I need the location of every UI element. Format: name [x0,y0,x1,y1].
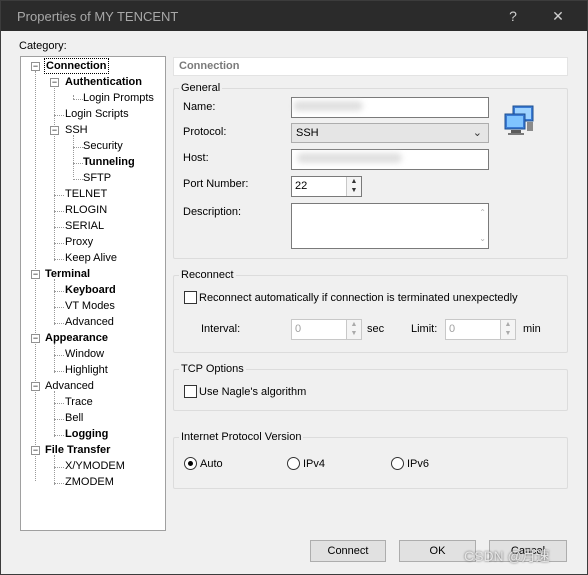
description-label: Description: [183,206,242,218]
protocol-value: SSH [296,127,319,139]
host-redaction [297,153,402,163]
tree-item-serial[interactable]: SERIAL [65,219,104,233]
collapse-connection-icon[interactable]: − [31,62,40,71]
port-label: Port Number: [183,178,249,190]
tree-item-file-transfer[interactable]: File Transfer [45,443,110,457]
ipv4-label[interactable]: IPv4 [303,458,325,470]
ip-auto-label[interactable]: Auto [200,458,223,470]
tree-item-appearance[interactable]: Appearance [45,331,108,345]
spin-up-icon[interactable]: ▲ [347,320,361,329]
tree-item-login-prompts[interactable]: Login Prompts [83,91,154,105]
limit-value: 0 [449,323,456,335]
tree-item-terminal[interactable]: Terminal [45,267,90,281]
port-value: 22 [295,180,308,192]
collapse-advanced-icon[interactable]: − [31,382,40,391]
collapse-terminal-icon[interactable]: − [31,270,40,279]
spin-up-icon[interactable]: ▲ [501,320,515,329]
panel-header-title: Connection [179,60,240,72]
protocol-label: Protocol: [183,126,227,138]
ip-version-group-title: Internet Protocol Version [179,431,304,443]
tree-item-vt-modes[interactable]: VT Modes [65,299,115,313]
general-group-title: General [179,82,223,94]
tree-item-proxy[interactable]: Proxy [65,235,93,249]
chevron-down-icon: ⌄ [472,127,482,139]
interval-unit: sec [367,323,385,335]
tree-item-xymodem[interactable]: X/YMODEM [65,459,125,473]
nagle-checkbox[interactable] [184,385,197,398]
category-tree[interactable]: − Connection − Authentication Login Prom… [20,56,166,531]
computer-icon [503,104,539,138]
limit-label: Limit: [411,323,438,335]
category-label: Category: [19,40,67,52]
reconnect-checkbox-label[interactable]: Reconnect automatically if connection is… [199,292,518,304]
tcp-options-group-title: TCP Options [179,363,246,375]
window-title: Properties of MY TENCENT [17,9,179,24]
reconnect-group-title: Reconnect [179,269,236,281]
tree-item-login-scripts[interactable]: Login Scripts [65,107,129,121]
ipv6-label[interactable]: IPv6 [407,458,429,470]
tree-item-highlight[interactable]: Highlight [65,363,108,377]
reconnect-group [173,275,568,353]
ipv4-radio[interactable] [287,457,300,470]
tree-item-telnet[interactable]: TELNET [65,187,107,201]
tree-item-bell[interactable]: Bell [65,411,83,425]
limit-spinner[interactable]: ▲ ▼ [500,320,515,339]
scroll-down-icon[interactable]: ⌄ [479,234,486,243]
title-bar: Properties of MY TENCENT ? ✕ [1,1,587,31]
close-icon[interactable]: ✕ [543,6,573,26]
name-label: Name: [183,101,216,113]
host-label: Host: [183,152,209,164]
panel-header: Connection [173,57,568,76]
tree-item-advanced-terminal[interactable]: Advanced [65,315,114,329]
tree-item-ssh[interactable]: SSH [65,123,88,137]
tree-item-window[interactable]: Window [65,347,104,361]
connect-button[interactable]: Connect [310,540,386,562]
tree-item-security[interactable]: Security [83,139,123,153]
spin-down-icon[interactable]: ▼ [347,329,361,338]
tree-item-sftp[interactable]: SFTP [83,171,111,185]
nagle-checkbox-label[interactable]: Use Nagle's algorithm [199,386,306,398]
interval-label: Interval: [201,323,241,335]
protocol-select[interactable]: SSH ⌄ [291,123,489,143]
tree-item-authentication[interactable]: Authentication [65,75,142,89]
tree-item-zmodem[interactable]: ZMODEM [65,475,114,489]
help-icon[interactable]: ? [498,6,528,26]
tree-item-trace[interactable]: Trace [65,395,93,409]
spin-down-icon[interactable]: ▼ [347,186,361,195]
properties-dialog: Properties of MY TENCENT ? ✕ Category: −… [0,0,588,575]
ip-auto-radio[interactable] [184,457,197,470]
spin-down-icon[interactable]: ▼ [501,329,515,338]
watermark: CSDN @月速 [464,548,550,564]
collapse-authentication-icon[interactable]: − [50,78,59,87]
tree-item-advanced[interactable]: Advanced [45,379,94,393]
reconnect-checkbox[interactable] [184,291,197,304]
description-field[interactable]: ⌃ ⌄ [291,203,489,249]
interval-value: 0 [295,323,302,335]
spin-up-icon[interactable]: ▲ [347,177,361,186]
tree-item-keyboard[interactable]: Keyboard [65,283,116,297]
tree-item-connection[interactable]: Connection [44,58,109,74]
limit-unit: min [523,323,541,335]
tree-item-rlogin[interactable]: RLOGIN [65,203,107,217]
name-redaction [293,101,363,111]
collapse-ssh-icon[interactable]: − [50,126,59,135]
port-spinner[interactable]: ▲ ▼ [346,177,361,196]
tree-item-keep-alive[interactable]: Keep Alive [65,251,117,265]
ip-version-group [173,437,568,489]
collapse-appearance-icon[interactable]: − [31,334,40,343]
ipv6-radio[interactable] [391,457,404,470]
interval-spinner[interactable]: ▲ ▼ [346,320,361,339]
collapse-file-transfer-icon[interactable]: − [31,446,40,455]
tree-item-logging[interactable]: Logging [65,427,108,441]
tree-item-tunneling[interactable]: Tunneling [83,155,135,169]
scroll-up-icon[interactable]: ⌃ [479,208,486,217]
